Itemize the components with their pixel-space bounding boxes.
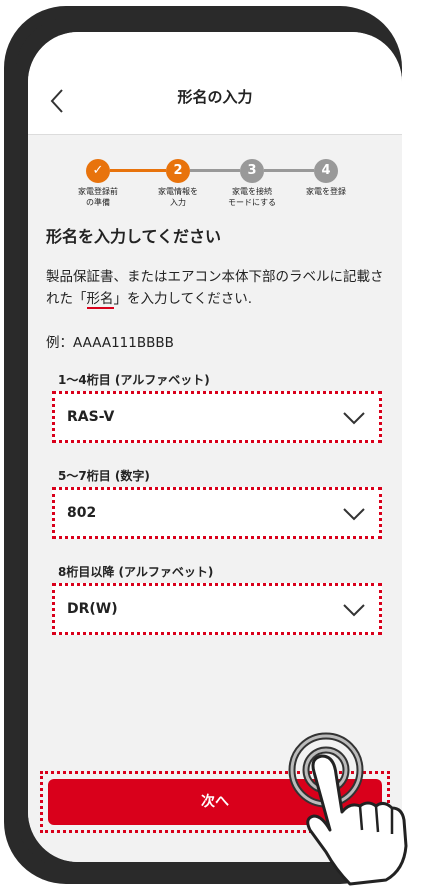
step-1-label-line2: の準備 bbox=[86, 198, 110, 207]
step-1-label: 家電登録前 の準備 bbox=[68, 186, 128, 208]
step-2-label-line1: 家電情報を bbox=[158, 187, 198, 196]
model-digits-5-7-select[interactable]: 802 bbox=[52, 487, 382, 539]
step-connector-2 bbox=[190, 169, 240, 172]
step-connector-1 bbox=[110, 169, 166, 172]
model-digits-8-plus-select[interactable]: DR(W) bbox=[52, 583, 382, 635]
step-3: 3 bbox=[240, 159, 264, 183]
step-connector-3 bbox=[264, 169, 314, 172]
chevron-down-icon bbox=[343, 412, 365, 425]
progress-stepper: ✓ 2 3 4 家電登録前 の準備 家電情報を 入力 家電を接続 モードにする bbox=[28, 155, 402, 215]
select-value: 802 bbox=[67, 505, 97, 521]
field-2-label: 5～7桁目 (数字) bbox=[58, 469, 150, 483]
instruction-text: 製品保証書、またはエアコン本体下部のラベルに記載された「形名」を入力してください… bbox=[46, 266, 386, 310]
step-3-label-line1: 家電を接続 bbox=[232, 187, 272, 196]
step-2-label-line2: 入力 bbox=[170, 198, 186, 207]
step-2-current: 2 bbox=[166, 159, 190, 183]
example-text: 例：AAAA111BBBB bbox=[46, 335, 174, 351]
select-value: DR(W) bbox=[67, 601, 118, 617]
tap-hand-icon bbox=[288, 732, 408, 886]
instruction-keyword: 形名 bbox=[86, 291, 114, 309]
app-header: 形名の入力 bbox=[28, 32, 402, 135]
select-value: RAS-V bbox=[67, 409, 115, 425]
field-1-label: 1～4桁目 (アルファベット) bbox=[58, 373, 210, 387]
page-title: 形名の入力 bbox=[177, 88, 253, 106]
step-4-label: 家電を登録 bbox=[296, 186, 356, 197]
chevron-down-icon bbox=[343, 604, 365, 617]
step-4: 4 bbox=[314, 159, 338, 183]
step-3-label: 家電を接続 モードにする bbox=[222, 186, 282, 208]
field-3-label: 8桁目以降 (アルファベット) bbox=[58, 565, 214, 579]
section-heading: 形名を入力してください bbox=[46, 227, 222, 246]
step-1-done-icon: ✓ bbox=[86, 159, 110, 183]
model-digits-1-4-select[interactable]: RAS-V bbox=[52, 391, 382, 443]
step-4-label-line1: 家電を登録 bbox=[306, 187, 346, 196]
step-1-label-line1: 家電登録前 bbox=[78, 187, 118, 196]
step-3-label-line2: モードにする bbox=[227, 198, 277, 207]
chevron-down-icon bbox=[343, 508, 365, 521]
step-2-label: 家電情報を 入力 bbox=[148, 186, 208, 208]
instruction-part-2: 」を入力してください. bbox=[113, 291, 252, 307]
